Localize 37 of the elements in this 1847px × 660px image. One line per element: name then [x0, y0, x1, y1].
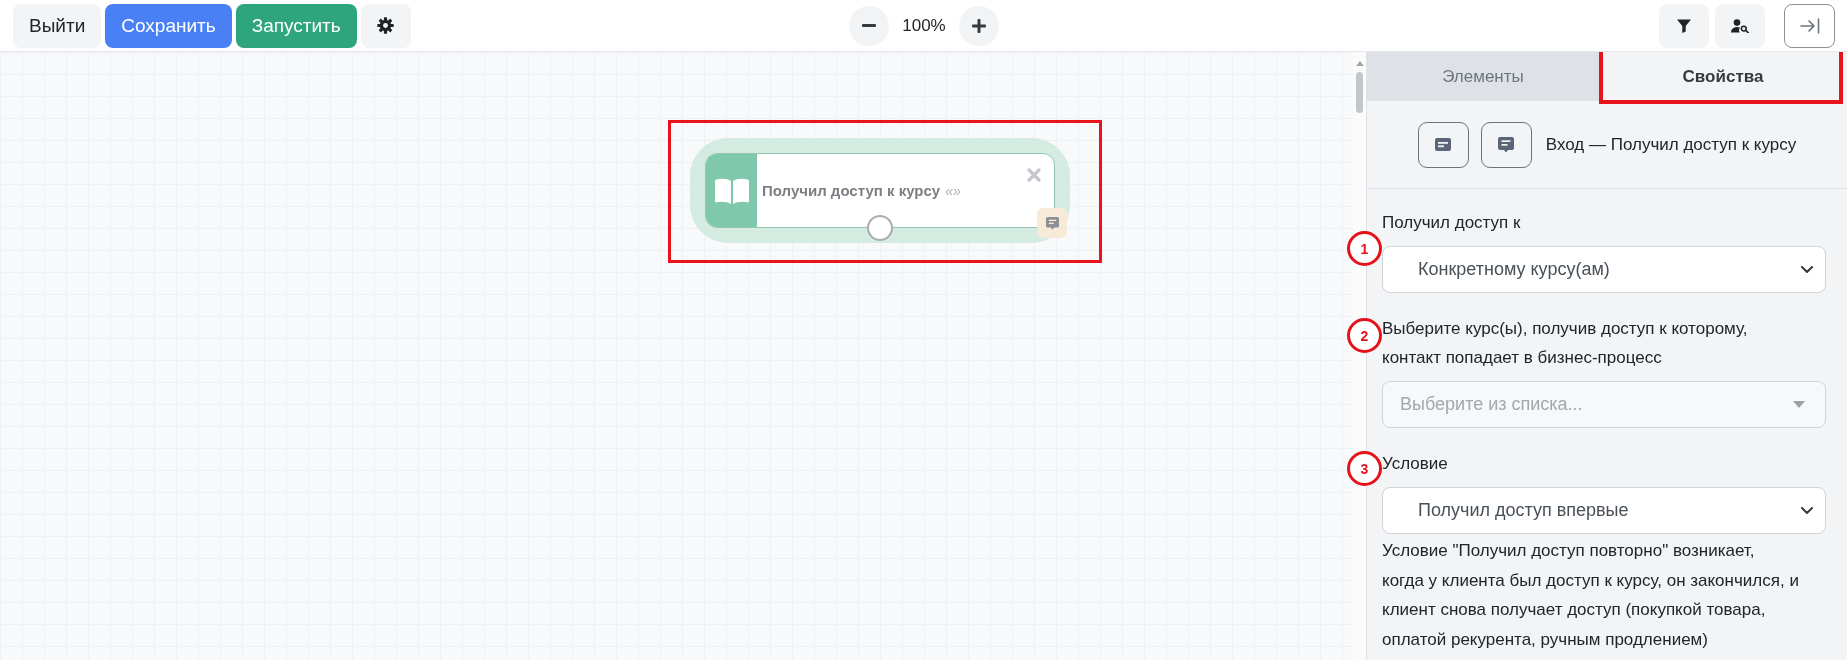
chevron-down-icon: [1801, 506, 1813, 515]
save-button[interactable]: Сохранить: [105, 3, 232, 48]
filter-button[interactable]: [1659, 3, 1709, 48]
comment-icon: [1498, 136, 1515, 153]
panel-heading: Вход — Получил доступ к курсу: [1545, 134, 1797, 155]
help-text: Условие "Получил доступ повторно" возникает, когда у клиента был доступ к курсу, он закончился, и клиент снова получает доступ (покупкой товара, оплатой рекурента, ручным продлением): [1382, 540, 1800, 651]
minus-icon: [862, 24, 877, 27]
zoom-level: 100%: [902, 15, 946, 36]
user-search-icon: [1731, 18, 1749, 33]
field-label: Условие: [1382, 453, 1449, 475]
field-label: Выберите курс(ы), получив доступ к которому, контакт попадает в бизнес-процесс: [1382, 318, 1749, 369]
condition-select[interactable]: Получил доступ впервые: [1382, 487, 1826, 534]
field-label: Получил доступ к: [1382, 212, 1522, 234]
comment-icon[interactable]: [1037, 208, 1067, 238]
caret-down-icon: [1793, 401, 1805, 408]
chevron-down-icon: [1801, 265, 1813, 274]
arrow-to-line-icon: [1799, 17, 1820, 34]
node-title: Получил доступ к курсу: [762, 182, 941, 199]
plus-icon: [971, 18, 986, 33]
collapse-panel-button[interactable]: [1784, 3, 1835, 48]
filter-icon: [1677, 18, 1691, 33]
course-select[interactable]: Выберите из списка...: [1382, 381, 1826, 428]
settings-icon: [377, 17, 395, 34]
scrollbar-thumb[interactable]: [1356, 72, 1363, 113]
settings-button[interactable]: [360, 3, 411, 48]
comment-button[interactable]: [1480, 121, 1532, 168]
workflow-node[interactable]: Получил доступ к курсу «»: [705, 153, 1055, 228]
panel-tab[interactable]: Элементы: [1367, 52, 1599, 101]
note-button[interactable]: [1417, 121, 1469, 168]
note-icon: [1435, 138, 1452, 151]
book-icon: [706, 154, 757, 227]
exit-button[interactable]: Выйти: [13, 3, 102, 48]
quote-marks: «»: [945, 182, 961, 199]
user-search-button[interactable]: [1715, 3, 1765, 48]
access-type-select[interactable]: Конкретному курсу(ам): [1382, 246, 1826, 293]
connector-handle[interactable]: [867, 215, 893, 241]
run-button[interactable]: Запустить: [235, 3, 357, 48]
